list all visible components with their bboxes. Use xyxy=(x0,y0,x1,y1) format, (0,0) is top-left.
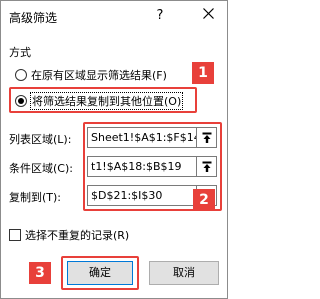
annotation-badge-1: 1 xyxy=(192,62,214,84)
annotation-badge-3: 3 xyxy=(29,262,51,284)
section-label-mode: 方式 xyxy=(9,46,31,59)
radio-label: 在原有区域显示筛选结果(F) xyxy=(31,69,167,82)
radio-filter-in-place[interactable]: 在原有区域显示筛选结果(F) xyxy=(15,67,167,83)
close-button[interactable] xyxy=(199,7,217,25)
title-bar: 高级筛选 ? xyxy=(1,1,227,31)
unique-records-label: 选择不重复的记录(R) xyxy=(25,229,130,242)
cancel-button[interactable]: 取消 xyxy=(149,261,219,285)
unique-records-checkbox[interactable] xyxy=(9,229,21,241)
unique-records-checkbox-row[interactable]: 选择不重复的记录(R) xyxy=(9,227,129,243)
annotation-box-1 xyxy=(9,87,197,113)
radio-button[interactable] xyxy=(15,69,27,81)
list-range-label: 列表区域(L): xyxy=(9,133,72,146)
criteria-range-label: 条件区域(C): xyxy=(9,162,73,175)
close-icon xyxy=(202,8,214,19)
annotation-box-3 xyxy=(61,256,139,290)
help-button[interactable]: ? xyxy=(151,7,169,25)
annotation-badge-2: 2 xyxy=(193,189,215,211)
dialog-title: 高级筛选 xyxy=(9,11,58,25)
advanced-filter-dialog: 高级筛选 ? 方式 在原有区域显示筛选结果(F) 将筛选结果复制到其他位置(O)… xyxy=(0,0,228,299)
copy-to-label: 复制到(T): xyxy=(9,191,62,204)
